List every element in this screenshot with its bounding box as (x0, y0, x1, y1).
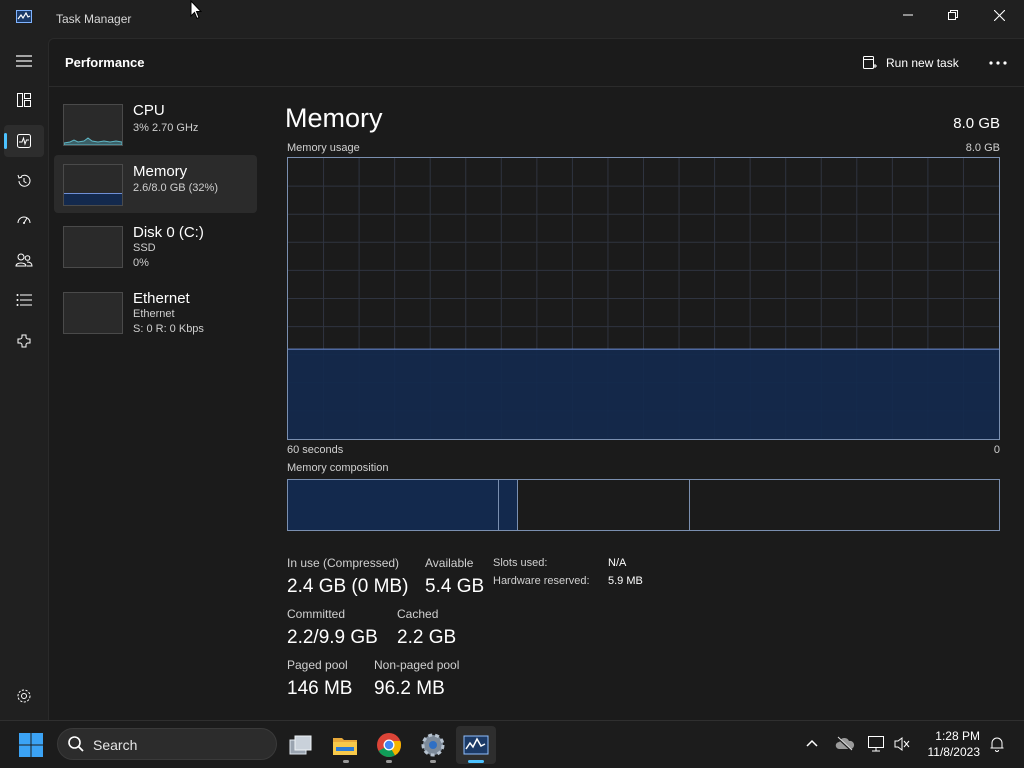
taskbar-active-indicator (468, 760, 484, 763)
graph-time-right: 0 (993, 444, 1000, 456)
file-explorer-icon[interactable] (325, 726, 365, 764)
resource-name: Disk 0 (C:) (133, 224, 204, 241)
memory-composition-label: Memory composition (287, 462, 389, 474)
detail-title: Memory (285, 103, 383, 133)
onedrive-icon[interactable] (835, 736, 855, 757)
resource-detail: 3% 2.70 GHz (133, 122, 199, 134)
restore-button[interactable] (930, 0, 976, 30)
memory-composition-graph (287, 479, 1000, 531)
task-view-icon[interactable] (281, 726, 321, 764)
resource-detail: Ethernet (133, 308, 175, 320)
task-manager-icon[interactable] (456, 726, 496, 764)
in-use-label: In use (Compressed) (287, 556, 400, 570)
users-icon[interactable] (4, 244, 44, 276)
memory-usage-area (288, 349, 999, 439)
performance-icon[interactable] (4, 125, 44, 157)
search-icon (67, 735, 85, 758)
slots-used-label: Slots used: (493, 557, 548, 569)
search-placeholder: Search (93, 737, 138, 753)
task-manager-app-icon (16, 10, 32, 23)
graph-time-left: 60 seconds (287, 444, 344, 456)
title-bar (0, 0, 1024, 38)
resource-item-cpu[interactable]: CPU 3% 2.70 GHz (54, 99, 257, 157)
services-icon[interactable] (4, 325, 44, 357)
available-label: Available (425, 556, 474, 570)
active-nav-indicator (4, 133, 7, 149)
non-paged-pool-label: Non-paged pool (374, 658, 460, 672)
hamburger-menu-icon[interactable] (4, 45, 44, 77)
settings-icon[interactable] (4, 680, 44, 712)
hardware-reserved-value: 5.9 MB (608, 575, 643, 587)
close-button[interactable] (976, 0, 1022, 30)
taskbar-search-box[interactable] (57, 728, 277, 760)
resource-detail: 2.6/8.0 GB (32%) (133, 182, 218, 194)
notification-bell-icon[interactable] (989, 736, 1005, 757)
clock-date[interactable]: 11/8/2023 (915, 745, 981, 759)
paged-pool-label: Paged pool (287, 658, 348, 672)
cached-label: Cached (397, 607, 439, 621)
window-title: Task Manager (56, 12, 132, 26)
run-new-task-button[interactable]: Run new task (862, 52, 959, 74)
start-button[interactable] (18, 732, 44, 758)
resource-detail: S: 0 R: 0 Kbps (133, 323, 204, 335)
available-value: 5.4 GB (425, 576, 485, 597)
app-history-icon[interactable] (4, 165, 44, 197)
processes-icon[interactable] (4, 84, 44, 116)
hardware-reserved-label: Hardware reserved: (493, 575, 590, 587)
memory-usage-max: 8.0 GB (965, 142, 1000, 154)
slots-used-value: N/A (608, 557, 627, 569)
settings-app-icon[interactable] (413, 726, 453, 764)
non-paged-pool-value: 96.2 MB (374, 678, 445, 699)
chrome-icon[interactable] (369, 726, 409, 764)
minimize-button[interactable] (885, 0, 931, 30)
memory-usage-label: Memory usage (287, 142, 360, 154)
more-options-button[interactable] (985, 52, 1011, 74)
resource-detail: SSD (133, 242, 156, 254)
chevron-up-icon[interactable] (805, 736, 819, 755)
committed-value: 2.2/9.9 GB (287, 627, 378, 648)
header-divider (49, 86, 1024, 87)
more-options-icon (989, 61, 1007, 65)
resource-name: Memory (133, 163, 188, 180)
composition-modified (499, 480, 518, 530)
resource-item-disk[interactable]: Disk 0 (C:) SSD 0% (54, 221, 257, 279)
run-new-task-label: Run new task (886, 56, 959, 70)
cpu-thumbnail-graph (63, 104, 123, 146)
details-icon[interactable] (4, 284, 44, 316)
composition-in-use (288, 480, 500, 530)
resource-name: CPU (133, 102, 165, 119)
resource-detail: 0% (133, 257, 149, 269)
detail-total: 8.0 GB (953, 115, 1000, 132)
clock-time[interactable]: 1:28 PM (920, 729, 980, 743)
memory-usage-graph (287, 157, 1000, 440)
startup-apps-icon[interactable] (4, 204, 44, 236)
resource-item-memory[interactable]: Memory 2.6/8.0 GB (32%) (54, 155, 257, 213)
page-title: Performance (65, 55, 145, 70)
resource-name: Ethernet (133, 290, 190, 307)
ethernet-thumbnail-graph (63, 292, 123, 334)
memory-thumbnail-graph (63, 164, 123, 206)
run-new-task-icon (863, 56, 877, 69)
disk-thumbnail-graph (63, 226, 123, 268)
network-icon[interactable] (867, 735, 887, 758)
resource-item-ethernet[interactable]: Ethernet Ethernet S: 0 R: 0 Kbps (54, 287, 257, 345)
cached-value: 2.2 GB (397, 627, 457, 648)
mouse-cursor (190, 0, 203, 25)
volume-muted-icon[interactable] (893, 736, 911, 757)
in-use-value: 2.4 GB (0 MB) (287, 576, 409, 597)
committed-label: Committed (287, 607, 346, 621)
composition-standby (518, 480, 691, 530)
paged-pool-value: 146 MB (287, 678, 353, 699)
windows-start-icon (19, 733, 43, 757)
